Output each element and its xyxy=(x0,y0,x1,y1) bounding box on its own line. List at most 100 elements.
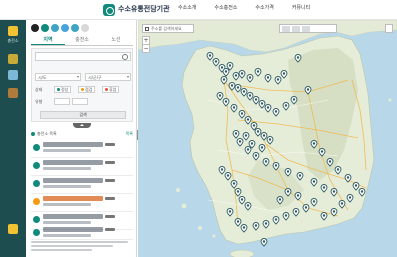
station-marker-dot xyxy=(228,64,232,67)
station-marker-dot xyxy=(294,210,298,213)
station-marker-dot xyxy=(360,190,364,193)
list-view-link[interactable]: 목록 xyxy=(126,131,133,137)
fullscreen-icon[interactable] xyxy=(385,24,393,33)
station-marker-dot xyxy=(286,170,290,173)
tab-station[interactable]: 충전소 xyxy=(65,36,99,45)
type-chip-1[interactable] xyxy=(54,98,70,105)
status-off-icon[interactable] xyxy=(81,24,89,32)
layer-option-2[interactable] xyxy=(292,26,300,32)
station-marker-dot xyxy=(260,146,264,149)
chip-normal[interactable]: 정상 xyxy=(54,86,72,93)
station-status-icon xyxy=(33,162,40,169)
island xyxy=(198,226,202,230)
station-marker-dot xyxy=(238,140,242,143)
collapse-filter-button[interactable] xyxy=(73,123,91,128)
station-marker-dot xyxy=(268,138,272,141)
search-panel: 지역 충전소 노선 시/도 시/군/구 상태 정상 점검 휴업 유형 검색 충전… xyxy=(27,20,137,257)
map-layer-toggle[interactable] xyxy=(279,24,337,33)
station-status-icon xyxy=(33,229,40,236)
search-icon[interactable] xyxy=(122,54,128,60)
chip-closed[interactable]: 휴업 xyxy=(102,86,120,93)
nav-item-community[interactable]: 커뮤니티 xyxy=(292,4,310,11)
station-marker-dot xyxy=(304,206,308,209)
status-check-icon[interactable] xyxy=(51,24,59,32)
station-marker-dot xyxy=(266,76,270,79)
check-dot-icon xyxy=(81,88,84,91)
station-marker-dot xyxy=(240,112,244,115)
site-logo[interactable]: 수소유통전담기관 xyxy=(103,3,170,17)
nav-item-intro[interactable]: 수소소개 xyxy=(178,4,196,11)
tab-region[interactable]: 지역 xyxy=(31,36,65,45)
station-list-item[interactable] xyxy=(31,177,133,194)
logo-title: 수소유통전담기관 xyxy=(118,5,170,13)
pause-icon[interactable] xyxy=(31,24,39,32)
station-marker-dot xyxy=(222,78,226,81)
station-map[interactable]: 주소를 검색하세요 + − xyxy=(138,20,397,257)
station-list-item[interactable] xyxy=(31,195,133,212)
station-search-input[interactable] xyxy=(35,52,131,61)
island xyxy=(181,203,187,209)
station-marker-dot xyxy=(262,240,266,243)
station-marker-dot xyxy=(328,160,332,163)
station-marker-dot xyxy=(296,56,300,59)
layer-option-1[interactable] xyxy=(282,26,290,32)
status-normal-icon[interactable] xyxy=(41,24,49,32)
status-closed-icon[interactable] xyxy=(61,24,69,32)
station-marker-dot xyxy=(254,224,258,227)
station-marker-dot xyxy=(296,194,300,197)
station-marker-dot xyxy=(332,190,336,193)
station-marker-dot xyxy=(232,106,236,109)
station-marker-dot xyxy=(242,90,246,93)
sidebar-item-station[interactable]: 충전소 xyxy=(3,26,23,48)
info-icon xyxy=(8,224,18,234)
station-marker-dot xyxy=(246,118,250,121)
tab-route[interactable]: 노선 xyxy=(99,36,133,45)
station-marker-dot xyxy=(220,66,224,69)
zoom-out-button[interactable]: − xyxy=(142,44,150,53)
station-marker-dot xyxy=(262,134,266,137)
type-label: 유형 xyxy=(35,99,43,104)
island xyxy=(212,234,216,238)
sidebar-item-info[interactable] xyxy=(3,224,23,246)
station-marker-dot xyxy=(256,70,260,73)
station-marker-dot xyxy=(292,98,296,101)
chip-check[interactable]: 점검 xyxy=(78,86,96,93)
station-marker-dot xyxy=(236,86,240,89)
nav-item-station[interactable]: 수소충전소 xyxy=(214,4,237,11)
station-marker-dot xyxy=(336,168,340,171)
type-chip-2[interactable] xyxy=(72,98,88,105)
station-marker-dot xyxy=(266,106,270,109)
station-marker-dot xyxy=(214,60,218,63)
station-marker-dot xyxy=(276,78,280,81)
map-search-input[interactable]: 주소를 검색하세요 xyxy=(142,24,194,33)
nav-item-price[interactable]: 수소가격 xyxy=(255,4,273,11)
filter-search-button[interactable]: 검색 xyxy=(40,111,126,119)
station-marker-dot xyxy=(332,210,336,213)
station-marker-dot xyxy=(284,104,288,107)
station-marker-dot xyxy=(254,154,258,157)
state-label: 상태 xyxy=(35,87,43,92)
station-marker-dot xyxy=(226,174,230,177)
list-title: 충전소 목록 xyxy=(37,131,57,136)
station-marker-dot xyxy=(236,190,240,193)
station-marker-dot xyxy=(322,214,326,217)
station-status-icon xyxy=(33,198,40,205)
closed-dot-icon xyxy=(105,88,108,91)
island xyxy=(176,188,180,192)
station-list-item[interactable] xyxy=(31,141,133,158)
station-marker-dot xyxy=(234,132,238,135)
station-list-item[interactable] xyxy=(31,226,133,240)
layer-option-3[interactable] xyxy=(302,26,310,32)
notice-text xyxy=(31,241,133,255)
station-marker-dot xyxy=(312,180,316,183)
station-marker-dot xyxy=(224,100,228,103)
filter-box: 시/도 시/군/구 상태 정상 점검 휴업 유형 검색 xyxy=(31,48,133,122)
district-select[interactable]: 시/군/구 xyxy=(85,73,131,81)
station-list-item[interactable] xyxy=(31,159,133,176)
status-other-icon[interactable] xyxy=(71,24,79,32)
station-marker-dot xyxy=(320,150,324,153)
map-canvas[interactable] xyxy=(138,20,397,257)
sidebar-item-box[interactable] xyxy=(3,88,23,110)
region-select[interactable]: 시/도 xyxy=(35,73,81,81)
station-marker-dot xyxy=(274,218,278,221)
